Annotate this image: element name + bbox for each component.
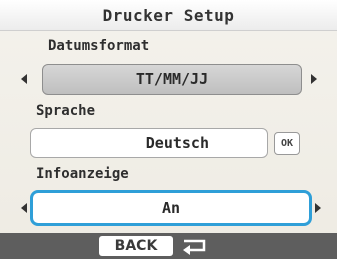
back-button[interactable]: BACK <box>99 236 173 256</box>
info-display-right-arrow-icon[interactable] <box>315 203 321 213</box>
date-format-label: Datumsformat <box>48 38 150 54</box>
language-field[interactable]: Deutsch <box>30 128 268 158</box>
language-label: Sprache <box>36 103 96 119</box>
info-display-label: Infoanzeige <box>36 166 129 182</box>
page-title: Drucker Setup <box>102 6 235 25</box>
date-format-left-arrow-icon[interactable] <box>21 74 27 84</box>
return-arrow-icon <box>183 239 206 255</box>
info-display-selector[interactable]: An <box>30 190 312 226</box>
printer-setup-screen: Drucker Setup Datumsformat TT/MM/JJ Spra… <box>0 0 337 259</box>
date-format-selector[interactable]: TT/MM/JJ <box>42 64 302 95</box>
info-display-left-arrow-icon[interactable] <box>21 203 27 213</box>
date-format-right-arrow-icon[interactable] <box>311 74 317 84</box>
title-bar: Drucker Setup <box>0 0 337 31</box>
language-ok-button[interactable]: OK <box>274 132 300 155</box>
